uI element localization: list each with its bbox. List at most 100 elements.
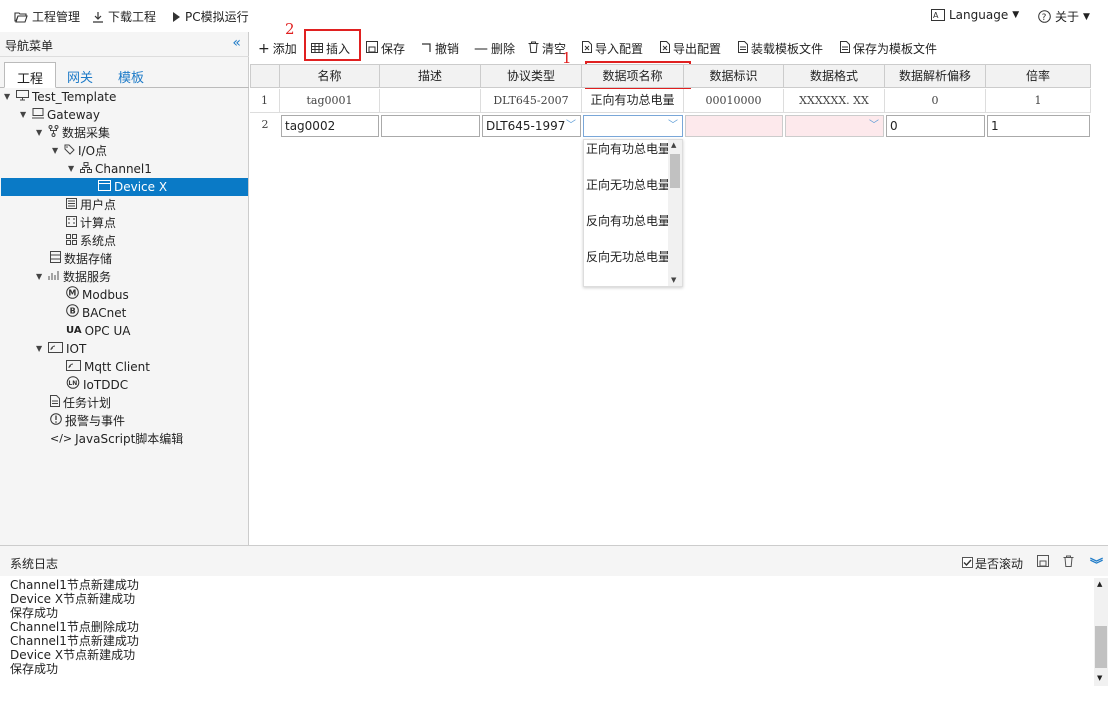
import-config-button[interactable]: 导入配置 xyxy=(582,40,643,57)
save-button[interactable]: 保存 xyxy=(366,40,405,57)
tree-node-iot[interactable]: ▼ IOT xyxy=(36,340,86,358)
clear-button[interactable]: 清空 xyxy=(528,40,566,57)
table-row[interactable]: 1 tag0001 DLT645-2007 正向有功总电量 00010000 X… xyxy=(250,89,1091,113)
download-project-menu[interactable]: 下载工程 xyxy=(92,8,156,25)
log-scrollbar[interactable]: ▲ ▼ xyxy=(1094,578,1108,686)
pc-simulation-label: PC模拟运行 xyxy=(185,10,249,24)
project-management-menu[interactable]: 工程管理 xyxy=(14,8,80,25)
header-name[interactable]: 名称 xyxy=(280,64,380,88)
collapse-log-icon[interactable]: ︾ xyxy=(1090,554,1103,573)
caret-down-icon[interactable]: ▼ xyxy=(4,88,13,106)
tree-node-task-schedule[interactable]: 任务计划 xyxy=(50,394,111,412)
tree-node-opc-ua[interactable]: UA OPC UA xyxy=(66,322,130,340)
undo-label: 撤销 xyxy=(435,42,460,56)
header-rate[interactable]: 倍率 xyxy=(986,64,1091,88)
tree-node-data-storage[interactable]: 数据存储 xyxy=(50,250,112,268)
document-icon xyxy=(50,394,60,412)
row-number: 1 xyxy=(250,89,280,113)
tree-node-calc-points[interactable]: 计算点 xyxy=(66,214,116,232)
caret-down-icon[interactable]: ▼ xyxy=(36,268,45,286)
tree-node-channel1[interactable]: ▼ Channel1 xyxy=(68,160,152,178)
tree-node-alarms-events[interactable]: 报警与事件 xyxy=(50,412,125,430)
log-line: Channel1节点删除成功 xyxy=(10,620,139,634)
tree-node-user-points[interactable]: 用户点 xyxy=(66,196,116,214)
checkbox-checked-icon[interactable] xyxy=(962,556,973,571)
dropdown-scroll-thumb[interactable] xyxy=(670,154,680,188)
tree-node-data-collection[interactable]: ▼ 数据采集 xyxy=(36,124,110,142)
tree-node-javascript-editor[interactable]: </> JavaScript脚本编辑 xyxy=(50,430,183,448)
dropdown-option[interactable]: 正向有功总电量 xyxy=(586,142,670,156)
table-row-editing[interactable]: 2 tag0002 DLT645-1997 ﹀ ﹀ ﹀ 0 1 xyxy=(250,113,1091,137)
edit-protocol-select[interactable]: DLT645-1997 ﹀ xyxy=(482,115,581,137)
chevron-down-icon[interactable]: ﹀ xyxy=(869,116,879,136)
cell-rate[interactable]: 1 xyxy=(986,89,1091,113)
language-menu[interactable]: A Language ▼ xyxy=(931,8,1019,22)
tree-node-modbus[interactable]: M Modbus xyxy=(66,286,129,304)
dropdown-option[interactable]: 反向无功总电量 xyxy=(586,250,670,264)
scroll-down-icon[interactable]: ▼ xyxy=(671,276,676,284)
dropdown-scrollbar[interactable]: ▲ ▼ xyxy=(668,140,682,286)
edit-data-format-select[interactable]: ﹀ xyxy=(785,115,884,137)
edit-rate-input[interactable]: 1 xyxy=(987,115,1090,137)
tree-node-data-services[interactable]: ▼ 数据服务 xyxy=(36,268,111,286)
header-protocol-type[interactable]: 协议类型 xyxy=(481,64,582,88)
caret-down-icon[interactable]: ▼ xyxy=(52,142,61,160)
dropdown-option[interactable]: 反向有功总电量 xyxy=(586,214,670,228)
header-parse-offset[interactable]: 数据解析偏移 xyxy=(885,64,986,88)
tree-node-label: Device X xyxy=(114,180,168,194)
tree-node-label: Mqtt Client xyxy=(84,360,150,374)
tree-node-device-x[interactable]: Device X xyxy=(1,178,248,196)
scroll-down-icon[interactable]: ▼ xyxy=(1097,674,1102,682)
tab-template[interactable]: 模板 xyxy=(106,62,156,88)
header-data-item-name[interactable]: 数据项名称 xyxy=(582,64,684,88)
tree-node-iotddc[interactable]: LN IoTDDC xyxy=(66,376,128,394)
header-data-format[interactable]: 数据格式 xyxy=(784,64,885,88)
tree-node-io-points[interactable]: ▼ I/O点 xyxy=(52,142,107,160)
save-as-template-button[interactable]: 保存为模板文件 xyxy=(840,40,937,57)
load-template-button[interactable]: 装载模板文件 xyxy=(738,40,823,57)
edit-data-id-input[interactable] xyxy=(685,115,783,137)
tree-node-label: Modbus xyxy=(82,288,129,302)
header-data-id[interactable]: 数据标识 xyxy=(684,64,784,88)
chevron-down-icon[interactable]: ﹀ xyxy=(668,116,678,136)
dropdown-option[interactable]: 正向无功总电量 xyxy=(586,178,670,192)
tab-project[interactable]: 工程 xyxy=(4,62,57,88)
cell-description[interactable] xyxy=(380,89,481,113)
scroll-up-icon[interactable]: ▲ xyxy=(671,141,676,149)
tree-node-bacnet[interactable]: B BACnet xyxy=(66,304,126,322)
data-item-dropdown-list[interactable]: 正向有功总电量 正向无功总电量 反向有功总电量 反向无功总电量 ▲ ▼ xyxy=(583,139,683,287)
caret-down-icon[interactable]: ▼ xyxy=(20,106,29,124)
cell-protocol-type[interactable]: DLT645-2007 xyxy=(481,89,582,113)
tree-node-gateway[interactable]: ▼ Gateway xyxy=(20,106,100,124)
tree-node-test-template[interactable]: ▼ Test_Template xyxy=(4,88,116,106)
edit-data-item-select[interactable]: ﹀ xyxy=(583,115,683,137)
cell-parse-offset[interactable]: 0 xyxy=(885,89,986,113)
autoscroll-toggle[interactable]: 是否滚动 xyxy=(962,555,1023,572)
log-scroll-thumb[interactable] xyxy=(1095,626,1107,668)
tab-gateway[interactable]: 网关 xyxy=(55,62,105,88)
edit-parse-offset-input[interactable]: 0 xyxy=(886,115,985,137)
scroll-up-icon[interactable]: ▲ xyxy=(1097,580,1102,588)
save-log-icon[interactable] xyxy=(1037,555,1049,570)
cell-name[interactable]: tag0001 xyxy=(280,89,380,113)
about-menu[interactable]: ? 关于 ▼ xyxy=(1038,8,1090,25)
tree-node-system-points[interactable]: 系统点 xyxy=(66,232,116,250)
edit-description-input[interactable] xyxy=(381,115,480,137)
clear-log-trash-icon[interactable] xyxy=(1063,555,1074,570)
pc-simulation-menu[interactable]: PC模拟运行 xyxy=(171,8,249,25)
chevron-down-icon[interactable]: ﹀ xyxy=(566,116,576,136)
edit-name-input[interactable]: tag0002 xyxy=(281,115,379,137)
cell-data-format[interactable]: XXXXXX. XX xyxy=(784,89,885,113)
export-config-button[interactable]: 导出配置 xyxy=(660,40,721,57)
caret-down-icon[interactable]: ▼ xyxy=(68,160,77,178)
caret-down-icon[interactable]: ▼ xyxy=(36,340,45,358)
cell-data-item-name[interactable]: 正向有功总电量 xyxy=(582,89,684,113)
collapse-sidebar-icon[interactable]: « xyxy=(232,35,241,51)
caret-down-icon[interactable]: ▼ xyxy=(36,124,45,142)
header-description[interactable]: 描述 xyxy=(380,64,481,88)
add-button[interactable]: + 添加 xyxy=(258,40,297,57)
tree-node-mqtt-client[interactable]: Mqtt Client xyxy=(66,358,150,376)
delete-button[interactable]: — 删除 xyxy=(474,40,515,57)
undo-button[interactable]: 撤销 xyxy=(421,40,459,57)
cell-data-id[interactable]: 00010000 xyxy=(684,89,784,113)
